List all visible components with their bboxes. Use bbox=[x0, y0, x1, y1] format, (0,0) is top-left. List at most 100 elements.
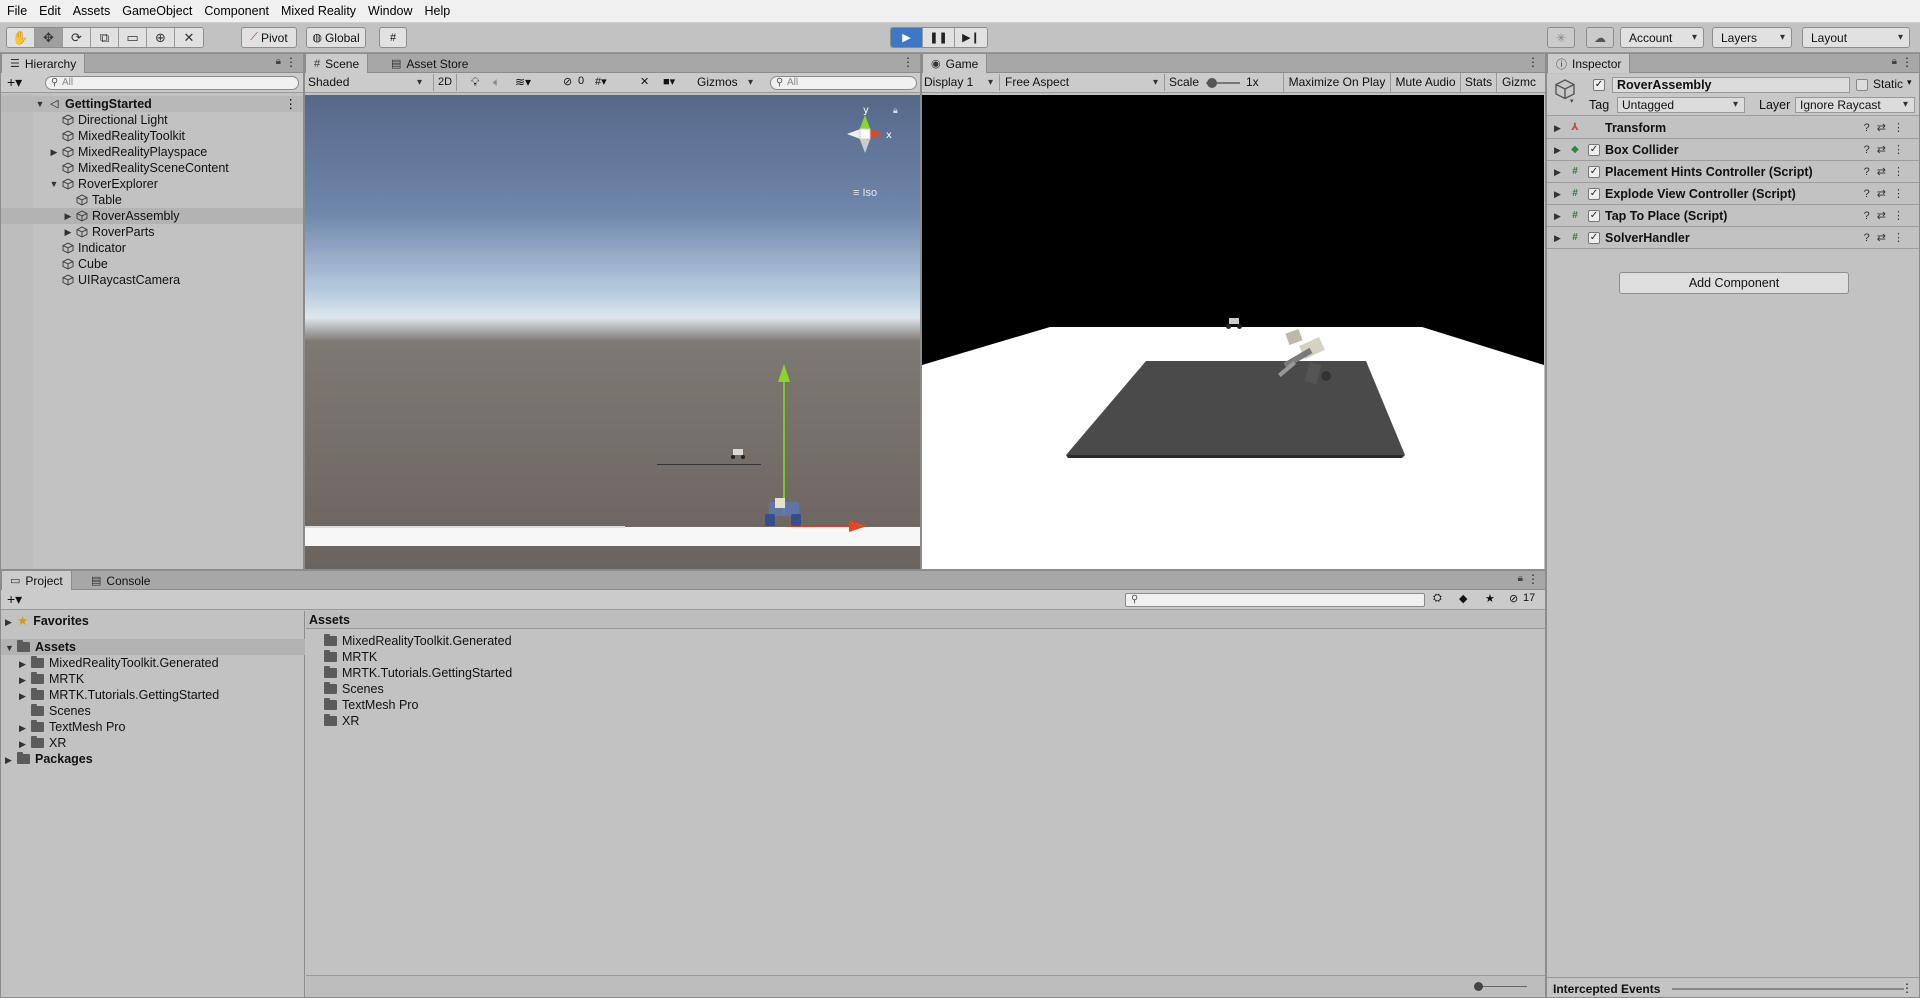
add-component-button[interactable]: Add Component bbox=[1619, 272, 1849, 294]
expanded-arrow-icon[interactable]: ▼ bbox=[35, 96, 45, 112]
collapsed-arrow-icon[interactable]: ▶ bbox=[5, 614, 17, 630]
collapsed-arrow-icon[interactable]: ▶ bbox=[5, 752, 17, 768]
scale-tool-icon[interactable]: ⧉ bbox=[91, 28, 119, 47]
list-item[interactable]: ▼ RoverExplorer bbox=[1, 176, 303, 192]
maximize-on-play-toggle[interactable]: Maximize On Play bbox=[1283, 73, 1391, 92]
collapsed-arrow-icon[interactable]: ▶ bbox=[63, 224, 73, 240]
expanded-arrow-icon[interactable]: ▼ bbox=[49, 176, 59, 192]
menu-mixed-reality[interactable]: Mixed Reality bbox=[275, 0, 362, 23]
hidden-packages-icon[interactable]: ⊘ bbox=[1509, 592, 1518, 605]
list-item-selected[interactable]: ▶ RoverAssembly bbox=[1, 208, 303, 224]
tree-folder[interactable]: ▶ TextMesh Pro bbox=[19, 719, 125, 735]
collab-button[interactable]: ✳ bbox=[1547, 27, 1575, 48]
scene-row[interactable]: ▼ ◁ GettingStarted ⋮ bbox=[1, 96, 303, 112]
transform-tool-icon[interactable]: ⊕ bbox=[147, 28, 175, 47]
collapsed-arrow-icon[interactable]: ▶ bbox=[19, 672, 31, 688]
component-actions-icon[interactable]: ?⇄⋮ bbox=[1864, 227, 1911, 249]
component-enabled-checkbox[interactable]: ✓ bbox=[1588, 166, 1600, 178]
rotate-tool-icon[interactable]: ⟳ bbox=[63, 28, 91, 47]
stats-toggle[interactable]: Stats bbox=[1461, 73, 1497, 92]
game-viewport[interactable] bbox=[922, 95, 1544, 569]
lock-icon[interactable]: 🔒︎ bbox=[1518, 573, 1523, 584]
list-item[interactable]: Table bbox=[1, 192, 303, 208]
visibility-icon[interactable]: ⊘ bbox=[563, 75, 572, 88]
icon-size-slider[interactable] bbox=[1477, 986, 1527, 987]
component-transform[interactable]: ▶ ⅄ Transform ?⇄⋮ bbox=[1547, 117, 1919, 139]
tree-folder[interactable]: ▶ MRTK bbox=[19, 671, 84, 687]
list-item[interactable]: MRTK.Tutorials.GettingStarted bbox=[324, 665, 512, 681]
account-dropdown[interactable]: Account bbox=[1620, 27, 1704, 48]
list-item[interactable]: MRTK bbox=[324, 649, 377, 665]
tag-dropdown[interactable]: Untagged bbox=[1617, 97, 1745, 113]
breadcrumb-assets[interactable]: Assets bbox=[309, 613, 350, 627]
kebab-menu-icon[interactable]: ⋮ bbox=[1901, 55, 1913, 69]
list-item[interactable]: XR bbox=[324, 713, 359, 729]
collapsed-arrow-icon[interactable]: ▶ bbox=[1554, 205, 1561, 227]
layout-dropdown[interactable]: Layout bbox=[1802, 27, 1910, 48]
list-item[interactable]: ▶ RoverParts bbox=[1, 224, 303, 240]
component-actions-icon[interactable]: ?⇄⋮ bbox=[1864, 183, 1911, 205]
move-tool-icon[interactable]: ✥ bbox=[35, 28, 63, 47]
icon-size-slider-thumb[interactable] bbox=[1474, 982, 1483, 991]
play-icon[interactable]: ▶ bbox=[891, 28, 923, 47]
component-actions-icon[interactable]: ?⇄⋮ bbox=[1864, 117, 1911, 139]
menu-file[interactable]: File bbox=[0, 0, 33, 23]
search-by-label-icon[interactable]: ◆ bbox=[1459, 592, 1467, 605]
scale-slider-thumb[interactable] bbox=[1207, 78, 1217, 88]
toggle-2d-button[interactable]: 2D bbox=[433, 74, 457, 91]
component-box-collider[interactable]: ▶ ◆ ✓ Box Collider ?⇄⋮ bbox=[1547, 139, 1919, 161]
list-item[interactable]: ▶ MixedRealityPlayspace bbox=[1, 144, 303, 160]
list-item[interactable]: MixedRealitySceneContent bbox=[1, 160, 303, 176]
pivot-toggle[interactable]: ⟋ Pivot bbox=[241, 27, 297, 48]
expanded-arrow-icon[interactable]: ▼ bbox=[5, 640, 17, 656]
gizmos-dropdown[interactable]: Gizmos bbox=[697, 74, 759, 91]
add-icon[interactable]: +▾ bbox=[7, 591, 22, 608]
collapsed-arrow-icon[interactable]: ▶ bbox=[63, 208, 73, 224]
list-item[interactable]: TextMesh Pro bbox=[324, 697, 418, 713]
collapsed-arrow-icon[interactable]: ▶ bbox=[19, 720, 31, 736]
add-icon[interactable]: +▾ bbox=[7, 74, 22, 91]
game-gizmos-toggle[interactable]: Gizmc bbox=[1498, 73, 1545, 92]
list-item[interactable]: MixedRealityToolkit.Generated bbox=[324, 633, 512, 649]
list-item[interactable]: Scenes bbox=[324, 681, 384, 697]
collapsed-arrow-icon[interactable]: ▶ bbox=[1554, 117, 1561, 139]
component-enabled-checkbox[interactable]: ✓ bbox=[1588, 144, 1600, 156]
list-item[interactable]: Directional Light bbox=[1, 112, 303, 128]
aspect-dropdown[interactable]: Free Aspect bbox=[1005, 74, 1165, 91]
cloud-button[interactable]: ☁ bbox=[1586, 27, 1614, 48]
tree-folder[interactable]: ▶ MixedRealityToolkit.Generated bbox=[19, 655, 219, 671]
tab-hierarchy[interactable]: ☰ Hierarchy bbox=[1, 54, 86, 73]
list-item[interactable]: MixedRealityToolkit bbox=[1, 128, 303, 144]
global-toggle[interactable]: ◍ Global bbox=[306, 27, 366, 48]
grid-snap-button[interactable]: # bbox=[379, 27, 407, 48]
layer-dropdown[interactable]: Ignore Raycast bbox=[1795, 97, 1915, 113]
list-item[interactable]: Indicator bbox=[1, 240, 303, 256]
collapsed-arrow-icon[interactable]: ▶ bbox=[1554, 227, 1561, 249]
component-solver-handler[interactable]: ▶ # ✓ SolverHandler ?⇄⋮ bbox=[1547, 227, 1919, 249]
effects-icon[interactable]: ≋▾ bbox=[515, 75, 531, 89]
project-search-input[interactable] bbox=[1125, 593, 1425, 607]
display-dropdown[interactable]: Display 1 bbox=[924, 74, 1000, 91]
component-enabled-checkbox[interactable]: ✓ bbox=[1588, 188, 1600, 200]
component-actions-icon[interactable]: ?⇄⋮ bbox=[1864, 205, 1911, 227]
y-axis-handle[interactable] bbox=[783, 382, 785, 514]
kebab-menu-icon[interactable]: ⋮ bbox=[1527, 55, 1539, 69]
hand-tool-icon[interactable]: ✋ bbox=[7, 28, 35, 47]
collapsed-arrow-icon[interactable]: ▶ bbox=[1554, 183, 1561, 205]
audio-icon[interactable]: 🔈︎ bbox=[493, 75, 500, 90]
lighting-icon[interactable]: 💡︎ bbox=[471, 75, 479, 90]
grid-icon[interactable]: #▾ bbox=[595, 75, 607, 88]
y-arrow-icon[interactable] bbox=[778, 364, 790, 382]
favorite-star-icon[interactable]: ★ bbox=[1485, 592, 1495, 605]
hierarchy-search-input[interactable]: All bbox=[45, 76, 299, 90]
menu-gameobject[interactable]: GameObject bbox=[116, 0, 198, 23]
menu-edit[interactable]: Edit bbox=[33, 0, 67, 23]
lock-icon[interactable]: 🔒︎ bbox=[276, 56, 281, 67]
component-explode-view[interactable]: ▶ # ✓ Explode View Controller (Script) ?… bbox=[1547, 183, 1919, 205]
tab-scene[interactable]: # Scene bbox=[305, 54, 369, 73]
scene-search-input[interactable]: All bbox=[770, 76, 917, 90]
collapsed-arrow-icon[interactable]: ▶ bbox=[1554, 139, 1561, 161]
favorites-row[interactable]: ▶ ★ Favorites bbox=[5, 613, 89, 629]
resize-handle[interactable] bbox=[1672, 988, 1904, 990]
menu-assets[interactable]: Assets bbox=[67, 0, 117, 23]
